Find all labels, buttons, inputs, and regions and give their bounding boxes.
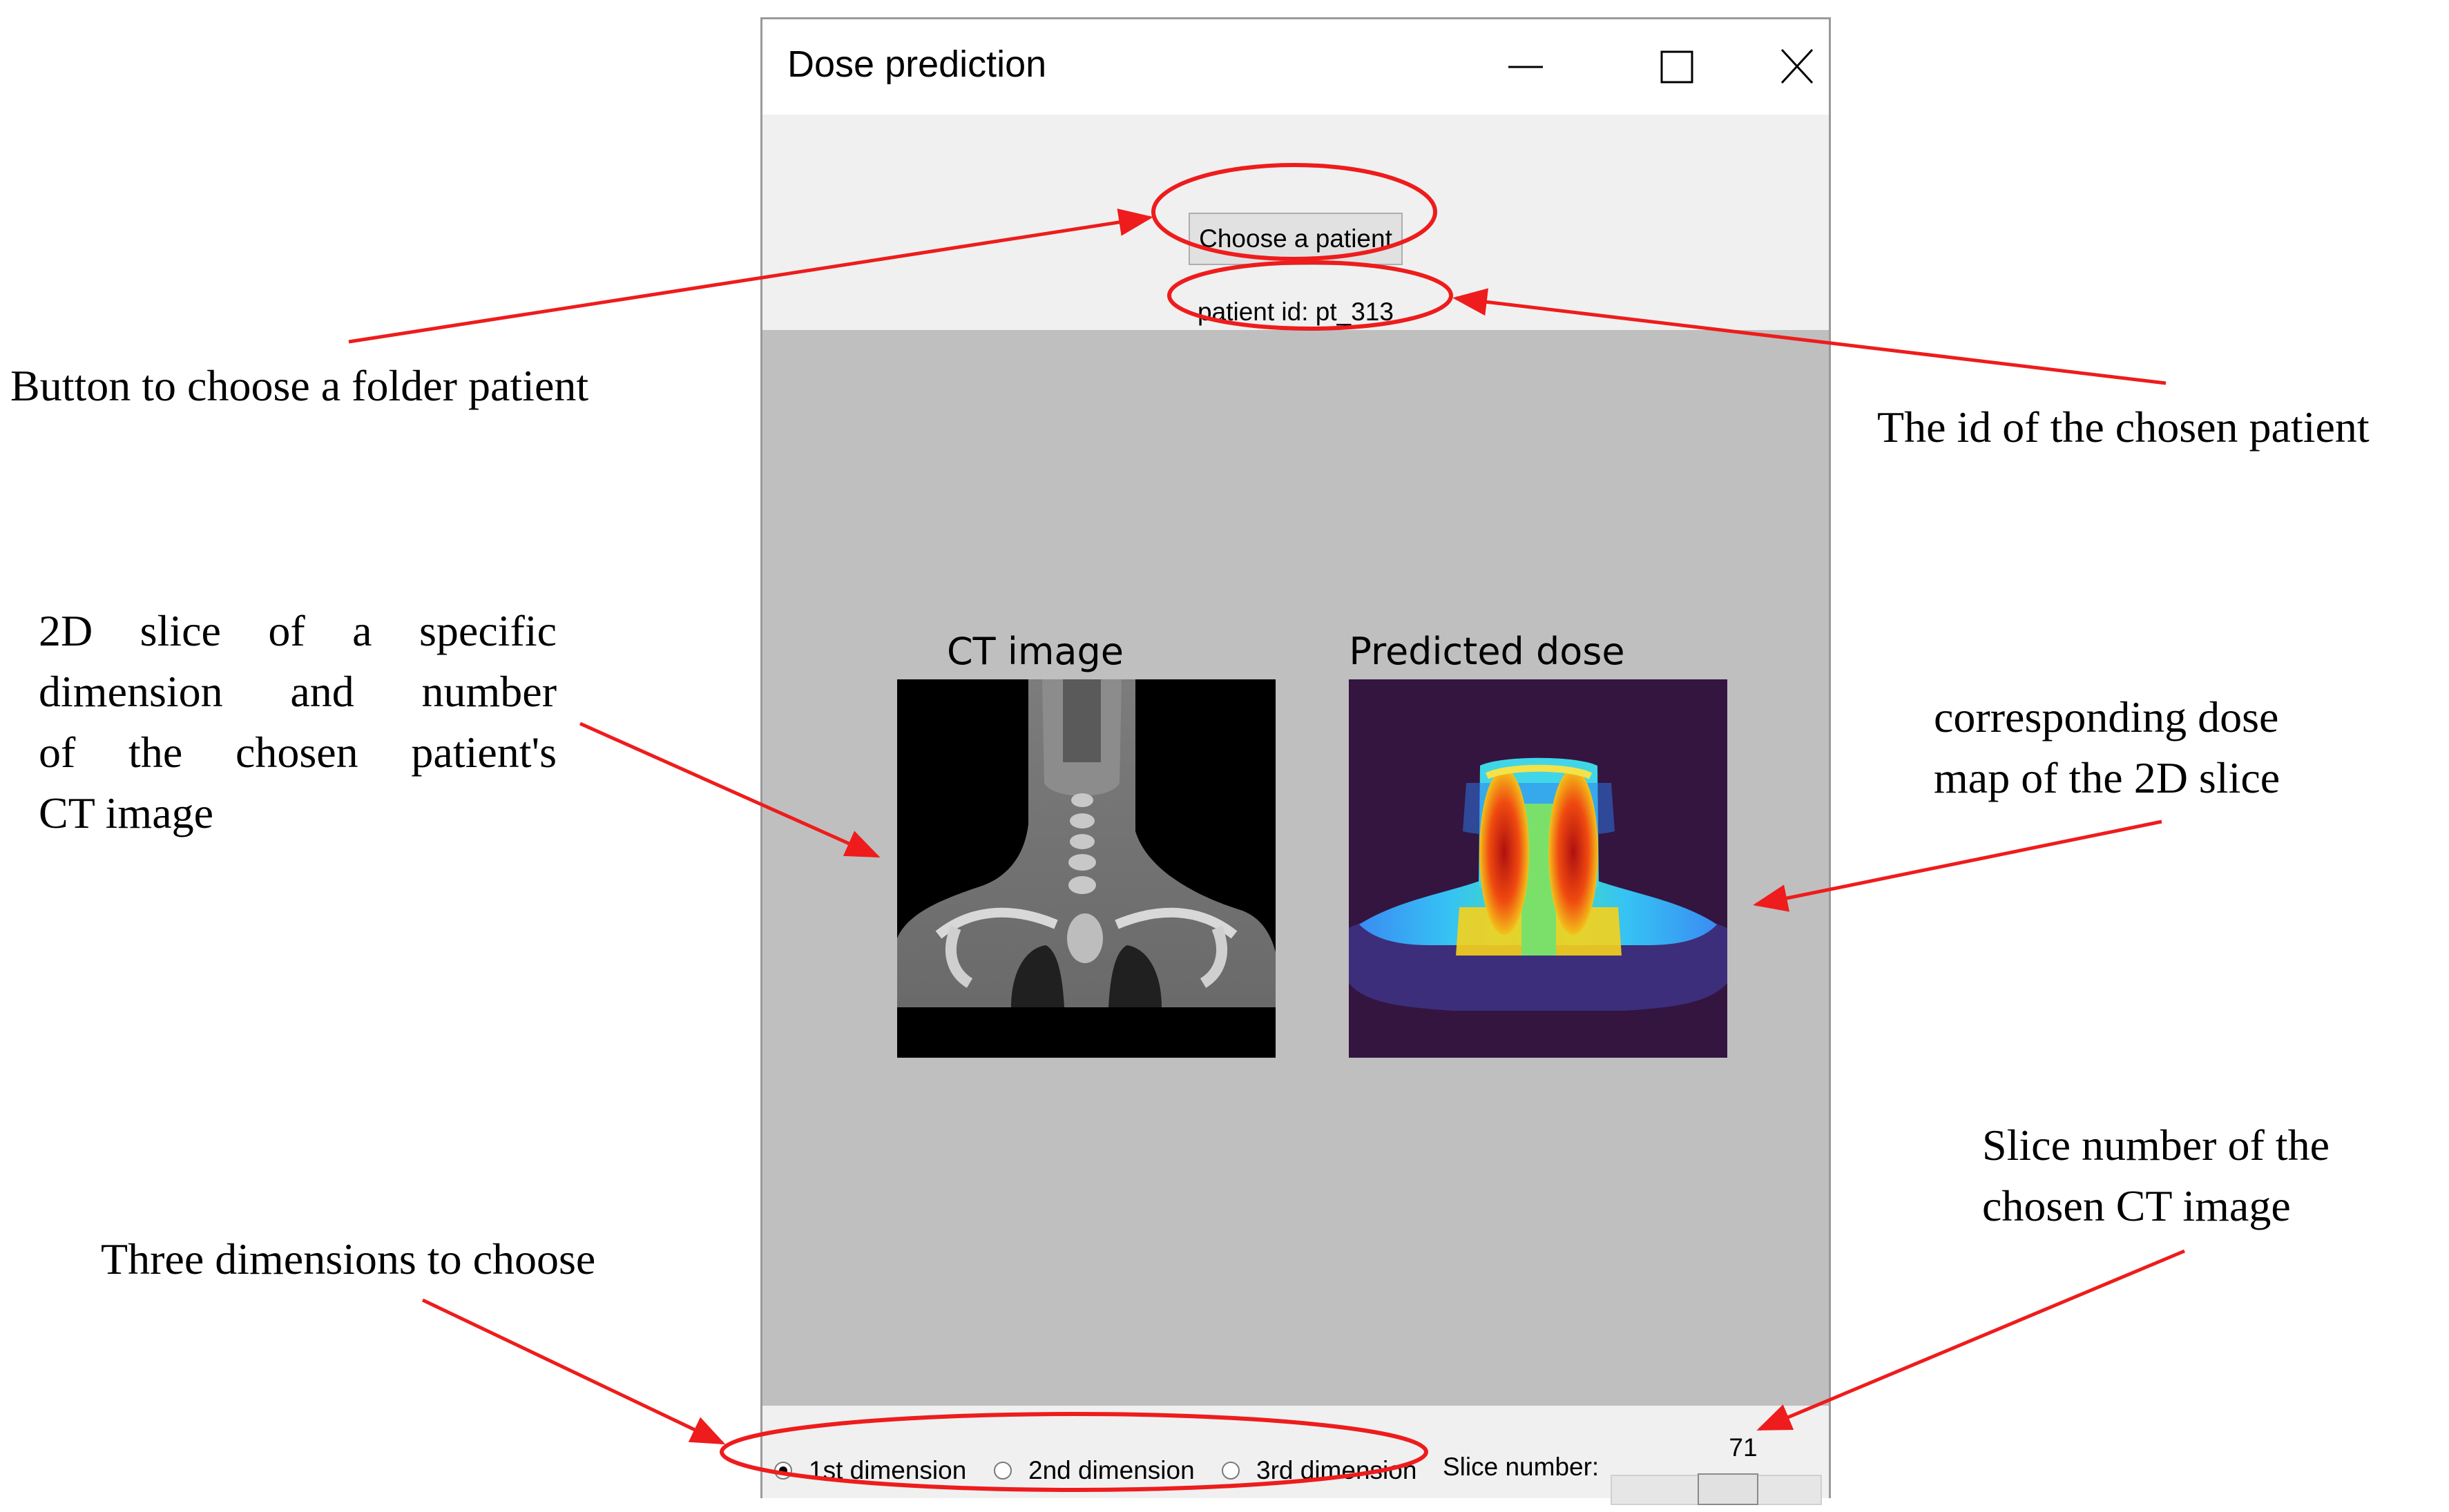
annotation-dose-map: corresponding dose map of the 2D slice bbox=[1934, 692, 2280, 802]
radio-label: 3rd dimension bbox=[1256, 1456, 1417, 1484]
ct-image bbox=[897, 679, 1276, 1058]
radio-2nd-dimension[interactable]: 2nd dimension bbox=[994, 1456, 1195, 1485]
title-bar: Dose prediction bbox=[762, 19, 1829, 115]
annotation-patient-id: The id of the chosen patient bbox=[1877, 403, 2370, 452]
plot-area: CT image Predicted dose bbox=[762, 330, 1829, 1406]
window-title: Dose prediction bbox=[787, 43, 1047, 85]
annotation-2d-slice: 2D slice of a specific dimension and num… bbox=[39, 606, 557, 837]
bottom-bar: 1st dimension 2nd dimension 3rd dimensio… bbox=[762, 1406, 1829, 1505]
radio-label: 1st dimension bbox=[809, 1456, 967, 1484]
patient-id-label: patient id: pt_313 bbox=[1198, 298, 1394, 326]
radio-label: 2nd dimension bbox=[1028, 1456, 1195, 1484]
predicted-dose-image bbox=[1349, 679, 1727, 1058]
annotation-dimensions: Three dimensions to choose bbox=[101, 1234, 596, 1283]
annotation-choose-folder: Button to choose a folder patient bbox=[10, 361, 589, 410]
minimize-button[interactable] bbox=[1474, 19, 1577, 115]
ct-image-title: CT image bbox=[946, 630, 1124, 673]
minimize-icon bbox=[1508, 66, 1543, 68]
predicted-dose-title: Predicted dose bbox=[1349, 630, 1625, 673]
slice-number-label: Slice number: bbox=[1443, 1453, 1600, 1481]
slice-slider-thumb[interactable] bbox=[1698, 1473, 1759, 1505]
close-icon bbox=[1780, 48, 1814, 84]
maximize-icon bbox=[1660, 50, 1693, 84]
close-button[interactable] bbox=[1778, 19, 1826, 115]
radio-unselected-icon bbox=[994, 1462, 1012, 1480]
radio-1st-dimension[interactable]: 1st dimension bbox=[774, 1456, 966, 1485]
annotation-slice-number: Slice number of the chosen CT image bbox=[1982, 1121, 2330, 1230]
app-window: Dose prediction Choose a patient patient… bbox=[760, 17, 1831, 1505]
radio-unselected-icon bbox=[1222, 1462, 1240, 1480]
radio-3rd-dimension[interactable]: 3rd dimension bbox=[1222, 1456, 1416, 1485]
top-panel: Choose a patient patient id: pt_313 bbox=[762, 115, 1829, 330]
slice-number-value: 71 bbox=[1729, 1433, 1758, 1462]
choose-patient-button[interactable]: Choose a patient bbox=[1189, 213, 1403, 265]
arrow-dimensions bbox=[421, 1298, 726, 1445]
radio-selected-icon bbox=[774, 1462, 792, 1480]
maximize-button[interactable] bbox=[1626, 19, 1729, 115]
